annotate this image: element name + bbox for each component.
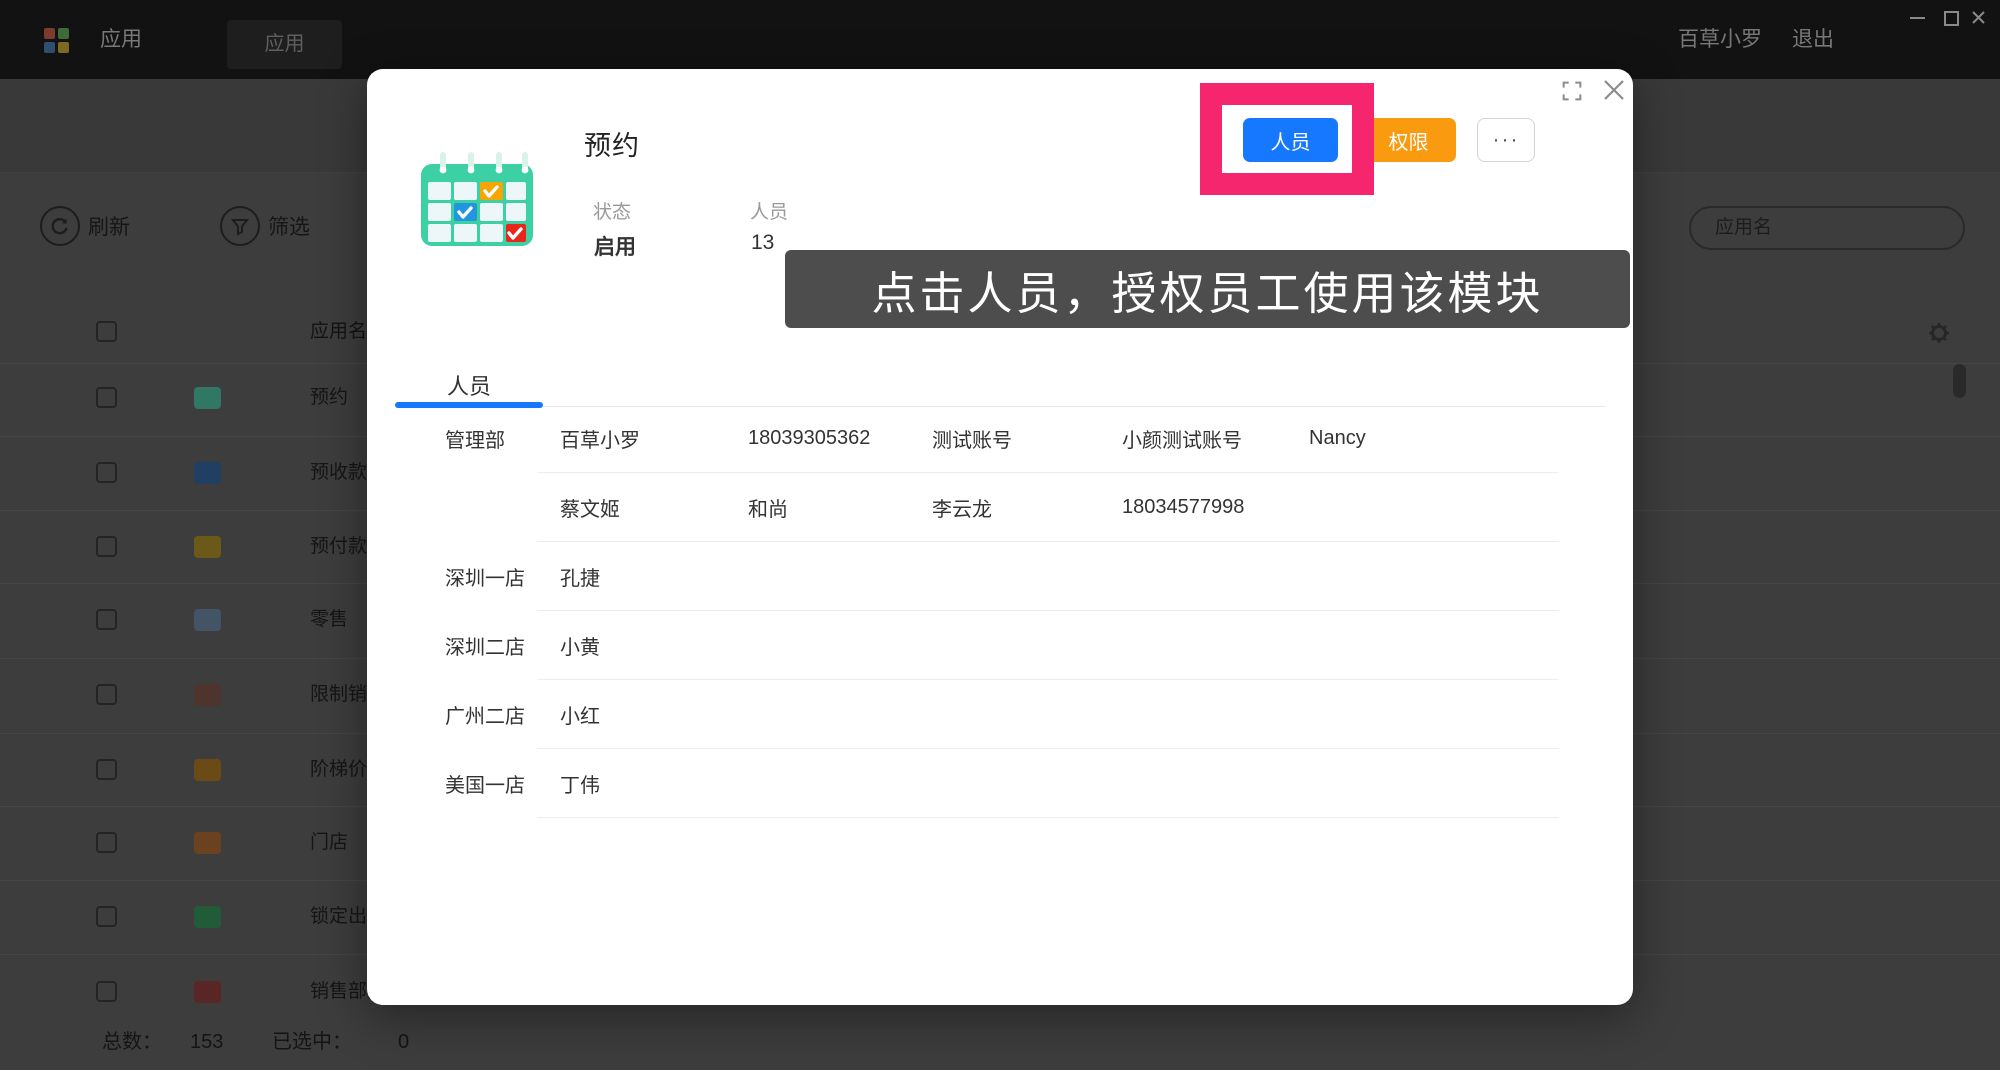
staff-count: 13 [751,231,774,255]
dept-cell: 深圳一店 [445,562,560,591]
refresh-button[interactable]: 刷新 [40,206,130,246]
maximize-icon[interactable] [1944,11,1959,26]
user-menu[interactable]: 百草小罗 [1678,0,1762,79]
row-checkbox[interactable] [96,609,117,630]
staff-cell: 孔捷 [560,562,748,591]
gear-icon[interactable] [1928,322,1950,344]
card-icon [194,536,221,558]
search-input[interactable] [1713,216,1962,240]
fullscreen-icon[interactable] [1562,81,1582,101]
staff-table: 管理部 百草小罗 18039305362 测试账号 小颜测试账号 Nancy 蔡… [367,404,1633,818]
staff-cell: 丁伟 [560,769,748,798]
calendar-icon [194,387,221,409]
logout-button[interactable]: 退出 [1792,0,1834,79]
person-icon [194,684,221,706]
total-label: 总数： [102,1028,162,1056]
scrollbar-thumb[interactable] [1953,364,1966,398]
calendar-icon [421,151,533,246]
module-title: 预约 [584,124,640,163]
staff-cell: 测试账号 [932,424,1122,453]
status-value: 启用 [594,231,636,261]
permission-button[interactable]: 权限 [1361,118,1456,162]
staff-cell: 蔡文姬 [560,493,748,522]
staff-cell: 小黄 [560,631,748,660]
minimize-icon[interactable] [1910,17,1925,19]
module-detail-dialog: 预约 状态 人员 启用 13 人员 权限 ··· 人员 点击人员，授权员工使用该… [367,69,1633,1005]
more-button[interactable]: ··· [1477,118,1535,162]
staff-row: 管理部 百草小罗 18039305362 测试账号 小颜测试账号 Nancy [367,404,1633,473]
coins-icon [194,759,221,781]
staff-label: 人员 [750,197,788,224]
chart-icon [194,981,221,1003]
app-name-header: 应用名 [310,318,367,346]
staff-cell: Nancy [1309,427,1633,450]
row-checkbox[interactable] [96,387,117,408]
row-checkbox[interactable] [96,759,117,780]
refresh-icon [40,206,80,246]
staff-cell: 小颜测试账号 [1122,424,1309,453]
staff-cell: 和尚 [748,493,932,522]
selected-value: 0 [398,1028,409,1056]
store-icon [194,832,221,854]
dept-cell: 美国一店 [445,769,560,798]
staff-row: 深圳二店 小黄 [367,611,1633,680]
total-value: 153 [190,1028,223,1056]
staff-row: 深圳一店 孔捷 [367,542,1633,611]
top-bar: 应用 应用 百草小罗 退出 [0,0,2000,79]
staff-cell: 百草小罗 [560,424,748,453]
dept-cell: 广州二店 [445,700,560,729]
select-all-checkbox[interactable] [96,321,117,342]
dept-cell: 深圳二店 [445,631,560,660]
row-checkbox[interactable] [96,981,117,1002]
staff-row: 广州二店 小红 [367,680,1633,749]
status-label: 状态 [593,197,631,224]
card-icon [194,462,221,484]
row-checkbox[interactable] [96,832,117,853]
refresh-label: 刷新 [88,211,130,241]
tab-apps[interactable]: 应用 [227,20,342,69]
close-icon[interactable] [1603,79,1625,101]
staff-button[interactable]: 人员 [1243,118,1338,162]
row-checkbox[interactable] [96,536,117,557]
staff-cell: 李云龙 [932,493,1122,522]
search-box[interactable] [1689,206,1965,250]
staff-cell: 小红 [560,700,748,729]
row-checkbox[interactable] [96,906,117,927]
staff-row: 美国一店 丁伟 [367,749,1633,818]
grid-logo-icon [44,28,69,53]
lock-icon [194,906,221,928]
tooltip-annotation: 点击人员，授权员工使用该模块 [785,250,1630,328]
staff-cell: 18039305362 [748,427,932,450]
app-window: 应用 应用 百草小罗 退出 刷新 筛选 [0,0,2000,1070]
row-divider [537,817,1559,818]
brand-label: 应用 [100,0,142,79]
window-close-icon[interactable] [1972,11,1985,24]
receipt-icon [194,609,221,631]
tab-staff[interactable]: 人员 [395,369,543,401]
row-checkbox[interactable] [96,462,117,483]
staff-cell: 18034577998 [1122,496,1309,519]
staff-row: 蔡文姬 和尚 李云龙 18034577998 [367,473,1633,542]
filter-button[interactable]: 筛选 [220,206,310,246]
selected-label: 已选中： [272,1028,352,1056]
row-checkbox[interactable] [96,684,117,705]
filter-icon [220,206,260,246]
dept-cell: 管理部 [445,424,560,453]
filter-label: 筛选 [268,211,310,241]
